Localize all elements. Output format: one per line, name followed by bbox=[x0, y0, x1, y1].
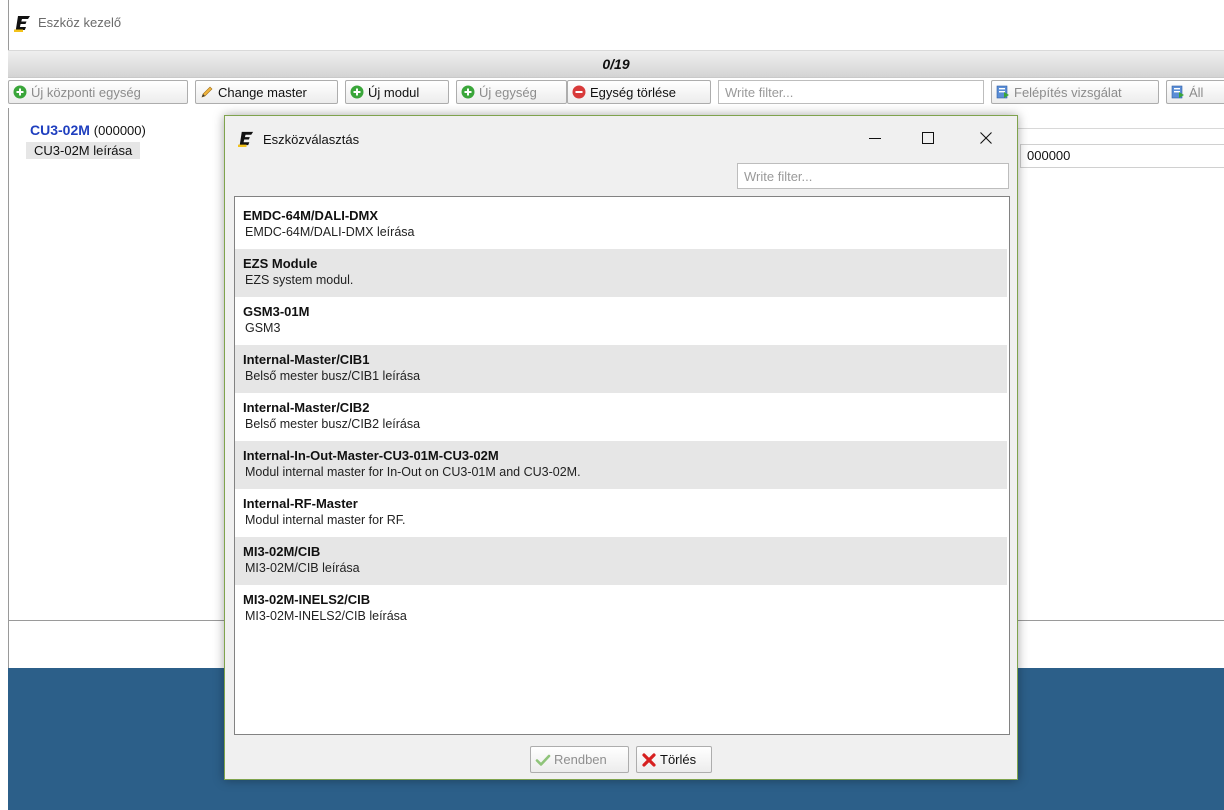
delete-unit-button[interactable]: Egység törlése bbox=[567, 80, 711, 104]
list-item-title: Internal-Master/CIB2 bbox=[243, 400, 370, 415]
structure-check-icon bbox=[1171, 85, 1184, 99]
list-item-desc: MI3-02M/CIB leírása bbox=[245, 561, 360, 575]
maximize-button[interactable] bbox=[905, 122, 951, 154]
new-central-unit-button[interactable]: Új központi egység bbox=[8, 80, 188, 104]
list-item-desc: EMDC-64M/DALI-DMX leírása bbox=[245, 225, 415, 239]
list-item[interactable]: Internal-In-Out-Master-CU3-01M-CU3-02M M… bbox=[235, 441, 1007, 489]
new-unit-button[interactable]: Új egység bbox=[456, 80, 567, 104]
list-item-desc: Belső mester busz/CIB1 leírása bbox=[245, 369, 421, 383]
list-item-title: MI3-02M-INELS2/CIB bbox=[243, 592, 371, 607]
change-master-button[interactable]: Change master bbox=[195, 80, 338, 104]
ok-label: Rendben bbox=[554, 752, 607, 767]
list-item-desc: MI3-02M-INELS2/CIB leírása bbox=[245, 609, 407, 623]
list-item-desc: GSM3 bbox=[245, 321, 281, 335]
change-master-label: Change master bbox=[218, 84, 307, 100]
structure-check-button[interactable]: Felépítés vizsgálat bbox=[991, 80, 1159, 104]
list-item-desc: EZS system modul. bbox=[245, 273, 354, 287]
new-module-label: Új modul bbox=[368, 84, 420, 100]
device-name: CU3-02M bbox=[30, 122, 90, 138]
list-item[interactable]: EZS Module EZS system modul. bbox=[235, 249, 1007, 297]
cancel-button[interactable]: Törlés bbox=[636, 746, 712, 773]
tree-item-device[interactable]: CU3-02M (000000) bbox=[30, 122, 146, 138]
list-item[interactable]: Internal-Master/CIB2 Belső mester busz/C… bbox=[235, 393, 1007, 441]
list-item[interactable]: GSM3-01M GSM3 bbox=[235, 297, 1007, 345]
new-unit-label: Új egység bbox=[479, 84, 537, 100]
list-item-title: Internal-In-Out-Master-CU3-01M-CU3-02M bbox=[243, 448, 499, 463]
ok-button[interactable]: Rendben bbox=[530, 746, 629, 773]
minimize-icon bbox=[869, 138, 881, 139]
main-toolbar: Új központi egység Change master Új modu… bbox=[8, 78, 1224, 108]
list-item-desc: Modul internal master for In-Out on CU3-… bbox=[245, 465, 581, 479]
device-code-field[interactable]: 000000 bbox=[1020, 144, 1224, 168]
add-icon bbox=[461, 85, 475, 99]
list-item[interactable]: Internal-RF-Master Modul internal master… bbox=[235, 489, 1007, 537]
list-item-title: GSM3-01M bbox=[243, 304, 310, 319]
remove-icon bbox=[572, 85, 586, 99]
structure-check-label: Felépítés vizsgálat bbox=[1014, 84, 1122, 100]
list-item-title: EMDC-64M/DALI-DMX bbox=[243, 208, 379, 223]
window-title: Eszköz kezelő bbox=[38, 15, 122, 30]
cancel-label: Törlés bbox=[660, 752, 697, 767]
list-item-title: EZS Module bbox=[243, 256, 318, 271]
truncated-toolbar-label: Áll bbox=[1189, 84, 1204, 100]
list-item-title: Internal-RF-Master bbox=[243, 496, 358, 511]
record-counter-bar: 0/19 bbox=[8, 50, 1224, 78]
record-counter: 0/19 bbox=[602, 56, 630, 72]
list-item-desc: Belső mester busz/CIB2 leírása bbox=[245, 417, 421, 431]
device-list: EMDC-64M/DALI-DMX EMDC-64M/DALI-DMX leír… bbox=[234, 196, 1010, 735]
main-filter-input[interactable] bbox=[718, 80, 984, 104]
device-code: (000000) bbox=[93, 123, 146, 138]
delete-unit-label: Egység törlése bbox=[590, 84, 676, 100]
device-tree-panel bbox=[8, 116, 227, 621]
add-icon bbox=[350, 85, 364, 99]
structure-check-icon bbox=[996, 85, 1009, 99]
close-button[interactable] bbox=[963, 122, 1009, 154]
new-central-unit-label: Új központi egység bbox=[31, 84, 141, 100]
list-item[interactable]: EMDC-64M/DALI-DMX EMDC-64M/DALI-DMX leír… bbox=[235, 201, 1007, 249]
maximize-icon bbox=[922, 132, 934, 144]
app-logo-icon bbox=[238, 131, 254, 147]
app-logo-icon bbox=[14, 16, 30, 32]
device-description: CU3-02M leírása bbox=[26, 142, 141, 159]
app-titlebar: Eszköz kezelő bbox=[0, 0, 1224, 48]
list-item[interactable]: MI3-02M-INELS2/CIB MI3-02M-INELS2/CIB le… bbox=[235, 585, 1007, 633]
list-item[interactable]: Internal-Master/CIB1 Belső mester busz/C… bbox=[235, 345, 1007, 393]
new-module-button[interactable]: Új modul bbox=[345, 80, 449, 104]
cross-icon bbox=[642, 752, 656, 767]
pencil-icon bbox=[201, 86, 213, 98]
device-select-dialog: Eszközválasztás EMDC-64M/DALI-DMX EMDC-6… bbox=[224, 115, 1018, 780]
check-icon bbox=[535, 754, 551, 766]
add-icon bbox=[13, 85, 27, 99]
list-item-desc: Modul internal master for RF. bbox=[245, 513, 406, 527]
dialog-filter-input[interactable] bbox=[737, 163, 1009, 189]
minimize-button[interactable] bbox=[852, 122, 898, 154]
list-item-title: MI3-02M/CIB bbox=[243, 544, 321, 559]
list-item-title: Internal-Master/CIB1 bbox=[243, 352, 370, 367]
list-item[interactable]: MI3-02M/CIB MI3-02M/CIB leírása bbox=[235, 537, 1007, 585]
truncated-toolbar-button[interactable]: Áll bbox=[1166, 80, 1224, 104]
details-divider bbox=[1018, 128, 1224, 129]
close-icon bbox=[980, 132, 992, 144]
dialog-title: Eszközválasztás bbox=[263, 132, 360, 147]
